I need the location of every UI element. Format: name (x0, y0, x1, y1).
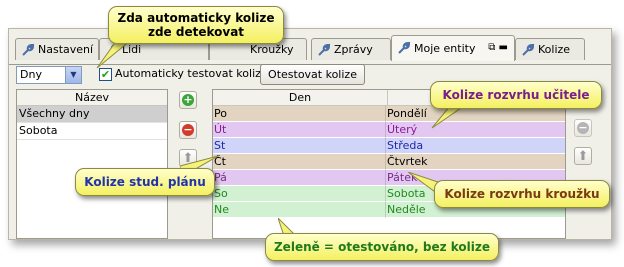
callout-club: Kolize rozvrhu kroužku (434, 180, 610, 208)
wrench-icon (318, 43, 331, 56)
cell-separator (385, 106, 386, 122)
grid-cell-short: Ne (214, 203, 229, 216)
list-header[interactable]: Název (17, 90, 167, 106)
list-item[interactable]: Sobota (17, 123, 167, 140)
grid-row[interactable]: Čt Čtvrtek (213, 154, 565, 170)
grid-cell-day: Neděle (387, 203, 426, 216)
callout-tail (431, 106, 465, 129)
minus-icon: − (577, 121, 589, 134)
wrench-icon (522, 43, 535, 56)
wrench-icon (398, 41, 411, 54)
cell-separator (385, 202, 386, 218)
remove-button[interactable]: − (179, 121, 197, 139)
grid-cell-short: Po (214, 107, 227, 120)
auto-test-label: Automaticky testovat kolize (115, 67, 268, 80)
column-divider (387, 90, 388, 106)
move-up-right-button[interactable]: ⬆ (574, 147, 592, 165)
test-collisions-button[interactable]: Otestovat kolize (260, 64, 365, 85)
cell-separator (385, 170, 386, 186)
callout-auto-detect: Zda automaticky kolize zde detekovat (108, 6, 284, 44)
minus-icon: − (182, 123, 194, 136)
callout-tail (96, 40, 132, 69)
callout-teacher: Kolize rozvrhu učitele (430, 81, 602, 109)
plus-icon: + (182, 93, 194, 106)
grid-cell-day: Pondělí (387, 107, 427, 120)
tab-kolize[interactable]: Kolize (515, 38, 585, 60)
grid-cell-short: So (214, 187, 228, 200)
grid-row[interactable]: St Středa (213, 138, 565, 154)
cell-separator (385, 138, 386, 154)
grid-cell-short: Út (214, 123, 227, 136)
list-item[interactable]: Všechny dny (17, 106, 167, 123)
arrow-up-icon: ⬆ (577, 148, 589, 164)
entity-list: Název Všechny dny Sobota (16, 89, 168, 239)
callout-green: Zeleně = otestováno, bez kolize (265, 233, 499, 261)
tab-label: Zprávy (334, 43, 373, 56)
remove-right-button[interactable]: − (574, 119, 592, 137)
tab-nastaveni[interactable]: Nastavení (15, 38, 99, 60)
tab-zpravy[interactable]: Zprávy (311, 38, 391, 60)
callout-student: Kolize stud. plánu (75, 168, 215, 196)
grid-cell-day: Čtvrtek (387, 155, 428, 168)
cell-separator (385, 154, 386, 170)
cell-separator (385, 122, 386, 138)
column-header-den[interactable]: Den (213, 90, 387, 105)
grid-cell-day: Středa (387, 139, 424, 152)
entity-type-select[interactable]: Dny ▼ (16, 66, 82, 84)
grid-cell-short: St (214, 139, 226, 152)
days-grid: Den Po Pondělí Út Úterý St Středa Čt Čtvrtek Pá P… (212, 89, 566, 239)
tab-label: Kroužky (250, 43, 294, 56)
tab-label: Moje entity (414, 42, 476, 55)
detach-icon[interactable]: ⧉ ▬ (488, 42, 508, 53)
tab-label: Kolize (538, 43, 571, 56)
wrench-icon (22, 43, 35, 56)
grid-cell-day: Úterý (387, 123, 418, 136)
tab-label: Nastavení (38, 43, 94, 56)
cell-separator (385, 186, 386, 202)
chevron-down-icon[interactable]: ▼ (65, 67, 81, 83)
select-value: Dny (20, 68, 42, 81)
add-button[interactable]: + (179, 91, 197, 109)
grid-row[interactable]: Út Úterý (213, 122, 565, 138)
tab-moje-entity[interactable]: Moje entity ⧉ ▬ (391, 35, 515, 61)
